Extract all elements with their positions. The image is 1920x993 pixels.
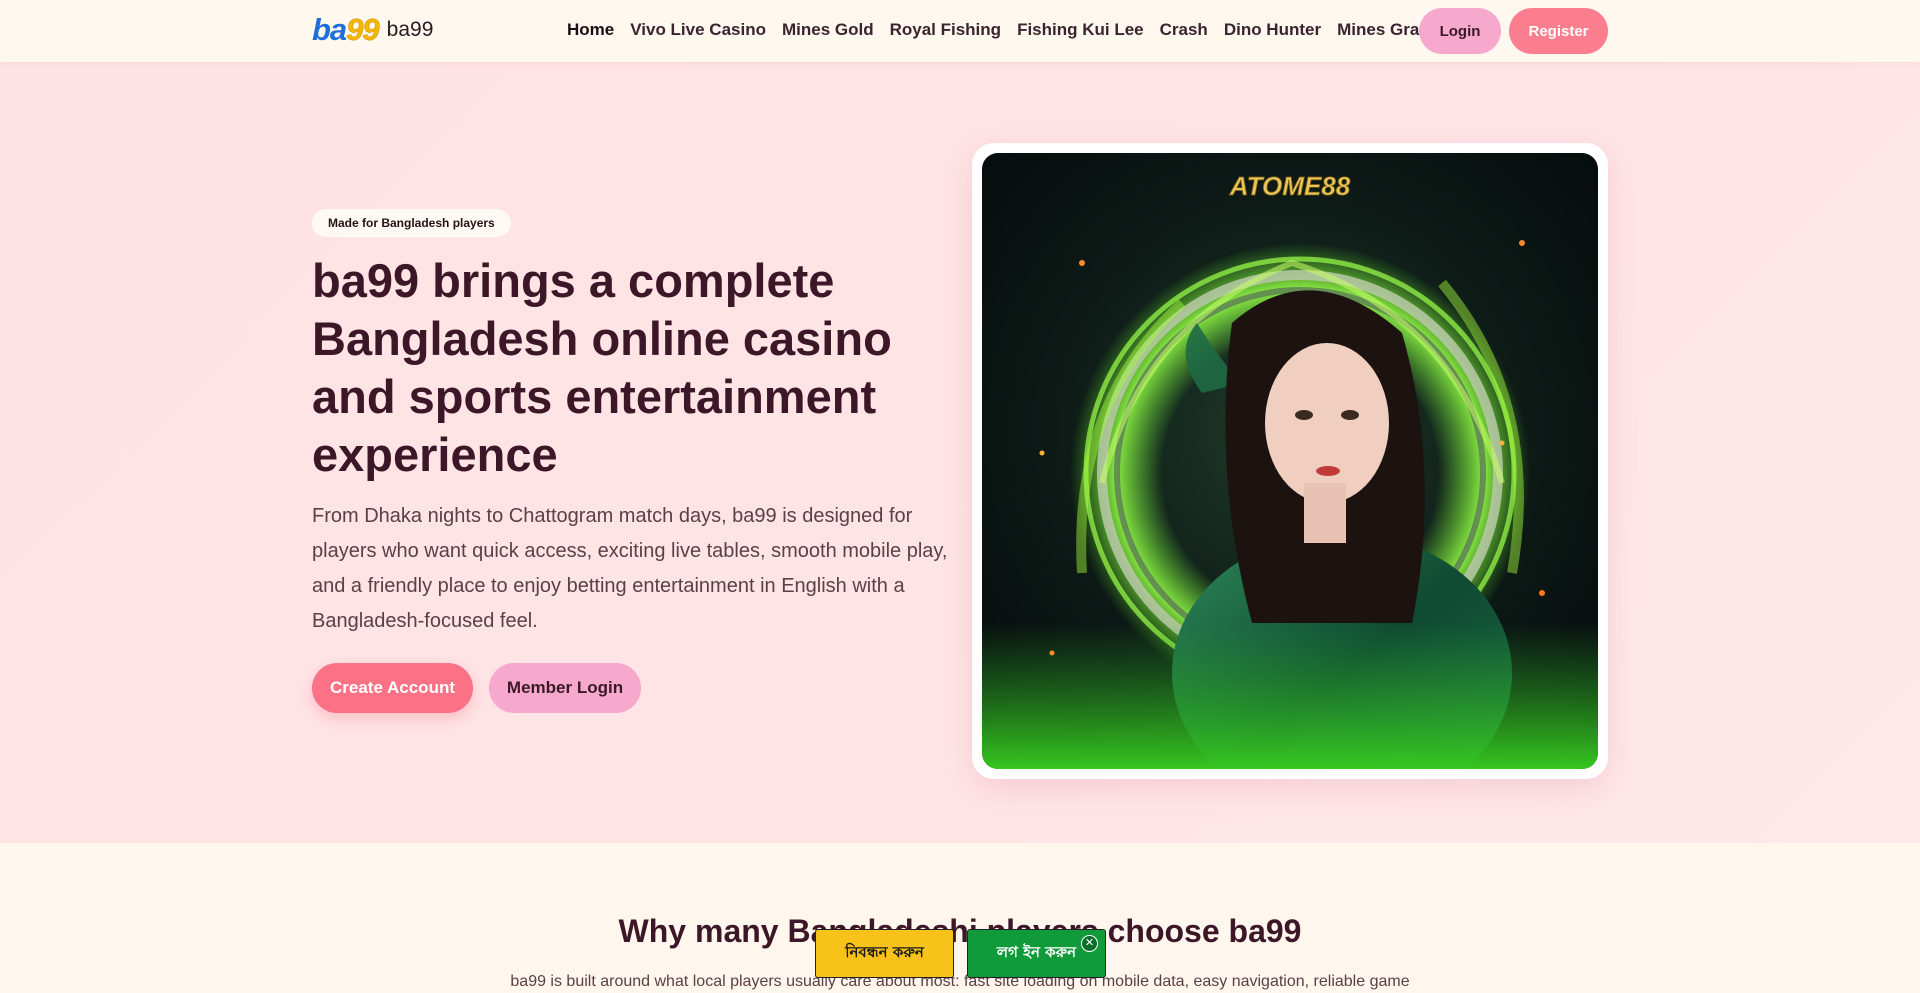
nav-item-crash[interactable]: Crash xyxy=(1160,20,1208,40)
image-brand-text: ATOME88 xyxy=(1229,171,1351,201)
logo-suffix: 99 xyxy=(346,12,380,47)
nav-item-vivo-live-casino[interactable]: Vivo Live Casino xyxy=(630,20,766,40)
logo-prefix: ba xyxy=(312,12,347,47)
brand-name: ba99 xyxy=(386,17,434,41)
nav-item-home[interactable]: Home xyxy=(567,20,614,40)
brand-logo[interactable]: ba99 ba99 xyxy=(312,12,434,47)
nav-item-fishing-kui-lee[interactable]: Fishing Kui Lee xyxy=(1017,20,1144,40)
nav-item-royal-fishing[interactable]: Royal Fishing xyxy=(890,20,1001,40)
hero-image: ATOME88 xyxy=(982,153,1598,769)
section-description: ba99 is built around what local players … xyxy=(510,973,1410,990)
create-account-button[interactable]: Create Account xyxy=(312,663,473,713)
hero-badge: Made for Bangladesh players xyxy=(312,209,511,237)
site-header: ba99 ba99 Home Vivo Live Casino Mines Go… xyxy=(0,0,1920,62)
nav-item-mines-gold[interactable]: Mines Gold xyxy=(782,20,874,40)
member-login-button[interactable]: Member Login xyxy=(489,663,641,713)
hero-illustration: ATOME88 xyxy=(982,153,1598,769)
header-login-button[interactable]: Login xyxy=(1419,8,1501,54)
floating-register-button[interactable]: নিবন্ধন করুন xyxy=(815,929,954,978)
close-icon[interactable]: ✕ xyxy=(1081,935,1098,952)
header-register-button[interactable]: Register xyxy=(1509,8,1608,54)
logo-mark: ba99 xyxy=(312,12,380,47)
nav-item-dino-hunter[interactable]: Dino Hunter xyxy=(1224,20,1321,40)
section-title: Why many Bangladeshi players choose ba99 xyxy=(618,913,1302,949)
hero-image-frame: ATOME88 xyxy=(972,143,1608,779)
hero-description: From Dhaka nights to Chattogram match da… xyxy=(312,505,948,632)
main-nav: Home Vivo Live Casino Mines Gold Royal F… xyxy=(567,20,1440,40)
hero-title: ba99 brings a complete Bangladesh online… xyxy=(312,254,892,481)
